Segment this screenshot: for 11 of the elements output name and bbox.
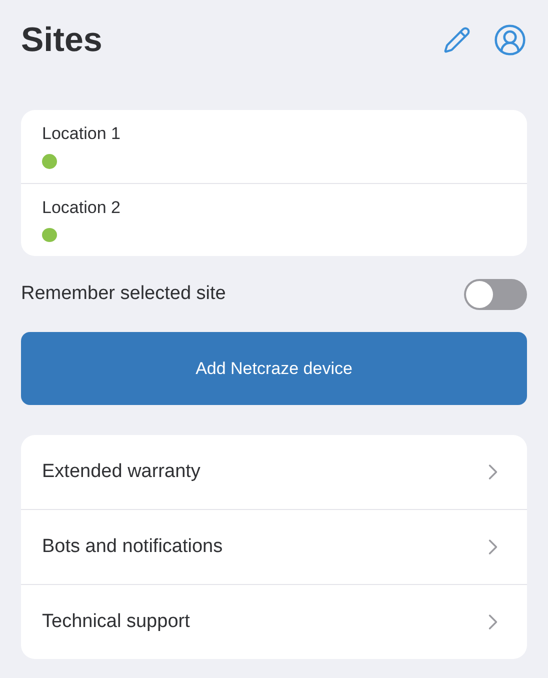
add-device-button[interactable]: Add Netcraze device [21, 332, 527, 405]
page-title: Sites [21, 20, 104, 60]
site-item[interactable]: Location 1 [21, 110, 527, 183]
menu-item[interactable]: Technical support [21, 584, 527, 659]
site-item[interactable]: Location 2 [21, 183, 527, 256]
remember-label: Remember selected site [21, 283, 226, 305]
edit-icon[interactable] [443, 26, 471, 54]
menu-item[interactable]: Bots and notifications [21, 509, 527, 584]
user-icon[interactable] [493, 23, 527, 57]
remember-toggle[interactable] [464, 278, 527, 310]
menu-item[interactable]: Extended warranty [21, 435, 527, 509]
